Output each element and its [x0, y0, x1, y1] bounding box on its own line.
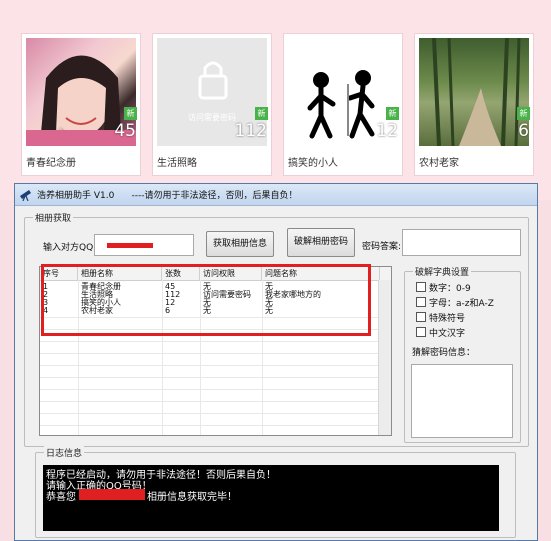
album-cover-image [419, 38, 529, 146]
vertical-scrollbar[interactable] [378, 280, 391, 435]
letters-checkbox[interactable] [416, 297, 426, 307]
bamboo-path-illustration [432, 38, 521, 146]
chinese-checkbox[interactable] [416, 327, 426, 337]
grid-line [40, 341, 380, 342]
title-bar[interactable]: 浩养相册助手 V1.0 ----请勿用于非法途径，否则，后果自负！ [15, 184, 537, 206]
log-line: 恭喜您 [46, 492, 76, 503]
grid-line [40, 401, 380, 402]
photo-count: 12 [376, 121, 398, 141]
digits-option-label: 数字：0-9 [429, 284, 471, 294]
symbols-option-label: 特殊符号 [429, 314, 466, 324]
answer-label: 密码答案: [362, 242, 402, 252]
redaction-mark [107, 243, 153, 248]
grid-line [40, 353, 380, 354]
log-console[interactable]: 程序已经启动，请勿用于非法途径！否则后果自负！ 请输入正确的QQ号码！ 恭喜您 … [43, 465, 499, 531]
photo-count: 45 [114, 121, 136, 141]
new-badge: 新 [255, 107, 268, 120]
grid-line [40, 389, 380, 390]
album-card-4[interactable]: 新 6 农村老家 [414, 33, 534, 176]
dict-group-label: 破解字典设置 [413, 265, 472, 278]
new-badge: 新 [517, 107, 530, 120]
album-helper-window: 浩养相册助手 V1.0 ----请勿用于非法途径，否则，后果自负！ 相册获取 输… [14, 183, 538, 541]
album-name: 青春纪念册 [26, 158, 76, 169]
qq-label: 输入对方QQ: [43, 243, 97, 253]
album-name: 生活照略 [157, 158, 197, 169]
highlight-box [41, 264, 371, 336]
album-card-1[interactable]: 新 45 青春纪念册 [21, 33, 141, 176]
log-line: 相册信息获取完毕！ [147, 492, 237, 503]
guess-info-label: 猜解密码信息： [412, 348, 476, 358]
photo-count: 6 [518, 121, 529, 141]
telescope-icon [20, 190, 31, 201]
album-name: 农村老家 [419, 158, 459, 169]
redaction-mark [79, 489, 145, 500]
new-badge: 新 [386, 107, 399, 120]
crack-password-button[interactable]: 破解相册密码 [287, 228, 355, 257]
password-answer-field[interactable] [402, 229, 521, 256]
fetch-group-label: 相册获取 [33, 211, 74, 224]
symbols-checkbox[interactable] [416, 312, 426, 322]
digits-checkbox[interactable] [416, 282, 426, 292]
chinese-option-label: 中文汉字 [429, 329, 466, 339]
log-group-label: 日志信息 [44, 446, 85, 459]
get-album-info-button[interactable]: 获取相册信息 [206, 231, 274, 257]
window-title: 浩养相册助手 V1.0 ----请勿用于非法途径，否则，后果自负！ [37, 191, 298, 201]
qq-input[interactable] [94, 234, 194, 256]
grid-line [40, 377, 380, 378]
letters-option-label: 字母：a-z和A-Z [429, 299, 494, 309]
photo-count: 112 [234, 121, 267, 141]
grid-line [40, 425, 380, 426]
album-name: 搞笑的小人 [288, 158, 338, 169]
guess-info-textbox[interactable] [411, 364, 513, 438]
new-badge: 新 [124, 107, 137, 120]
grid-line [40, 413, 380, 414]
grid-line [40, 365, 380, 366]
album-card-3[interactable]: 新 12 搞笑的小人 [283, 33, 403, 176]
album-card-2[interactable]: 访问需要密码 新 112 生活照略 [152, 33, 272, 176]
